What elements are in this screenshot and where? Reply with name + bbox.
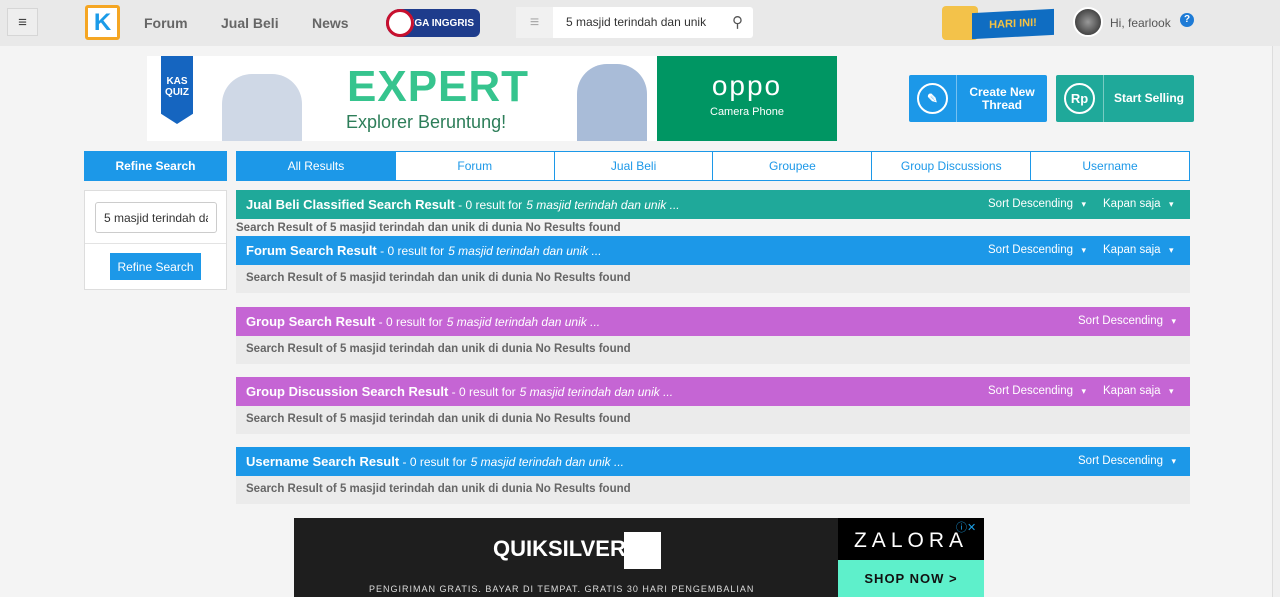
rupiah-icon: Rp	[1064, 83, 1095, 114]
no-results-text: Search Result of 5 masjid terindah dan u…	[236, 265, 1190, 293]
ad-headline: EXPERT	[347, 62, 530, 111]
time-dropdown[interactable]: Kapan saja	[1103, 385, 1174, 397]
ad-person-image	[222, 74, 302, 141]
liga-inggris-logo[interactable]: LIGA INGGRIS	[386, 9, 480, 37]
ad-subline: Explorer Beruntung!	[346, 112, 507, 132]
search-bar: ≡ ⚲	[516, 7, 753, 38]
refine-search-input[interactable]	[95, 202, 217, 233]
help-icon[interactable]: ?	[1180, 13, 1194, 27]
shop-now-button[interactable]: SHOP NOW >	[838, 560, 984, 597]
search-icon[interactable]: ⚲	[732, 13, 743, 31]
kaskus-logo[interactable]: K	[85, 5, 120, 40]
quiksilver-logo: QUIKSILVER	[493, 536, 626, 561]
search-category-icon[interactable]: ≡	[516, 7, 553, 38]
result-tabs: All Results Forum Jual Beli Groupee Grou…	[236, 151, 1190, 181]
hari-ini-label: HARI INI!	[972, 8, 1054, 40]
tab-group-discussions[interactable]: Group Discussions	[871, 152, 1031, 180]
no-results-text: Search Result of 5 masjid terindah dan u…	[236, 222, 621, 234]
bottom-ad-banner[interactable]: QUIKSILVER PENGIRIMAN GRATIS. BAYAR DI T…	[294, 518, 984, 597]
tab-jual-beli[interactable]: Jual Beli	[553, 152, 713, 180]
divider	[85, 243, 226, 244]
start-selling-button[interactable]: Rp Start Selling	[1056, 75, 1194, 122]
tab-all-results[interactable]: All Results	[237, 152, 395, 180]
jual-beli-result-header: Jual Beli Classified Search Result - 0 r…	[236, 190, 1190, 219]
refine-search-panel: Refine Search	[84, 190, 227, 290]
sort-dropdown[interactable]: Sort Descending	[988, 198, 1086, 210]
create-new-thread-button[interactable]: ✎ Create New Thread	[909, 75, 1047, 122]
group-discussion-result-header: Group Discussion Search Result - 0 resul…	[236, 377, 1190, 406]
sort-dropdown[interactable]: Sort Descending	[988, 385, 1086, 397]
top-ad-banner[interactable]: KAS QUIZ EXPERT Explorer Beruntung! oppo…	[147, 56, 837, 141]
forum-result-header: Forum Search Result - 0 result for 5 masj…	[236, 236, 1190, 265]
nav-forum[interactable]: Forum	[144, 15, 188, 31]
tab-username[interactable]: Username	[1030, 152, 1189, 180]
nav-jual-beli[interactable]: Jual Beli	[221, 15, 279, 31]
refine-search-button[interactable]: Refine Search	[110, 253, 201, 280]
time-dropdown[interactable]: Kapan saja	[1103, 198, 1174, 210]
username-result-header: Username Search Result - 0 result for 5 m…	[236, 447, 1190, 476]
pencil-icon: ✎	[917, 83, 948, 114]
sort-dropdown[interactable]: Sort Descending	[1078, 315, 1176, 327]
user-greeting[interactable]: Hi, fearlook	[1110, 16, 1171, 30]
refine-search-title: Refine Search	[84, 151, 227, 181]
tab-forum[interactable]: Forum	[394, 152, 554, 180]
ad-close-icon[interactable]: ⓘ✕	[956, 519, 976, 535]
kasquiz-logo: KAS QUIZ	[161, 56, 193, 124]
ad-tagline: PENGIRIMAN GRATIS. BAYAR DI TEMPAT. GRAT…	[369, 584, 755, 594]
oppo-ad: oppo Camera Phone	[657, 56, 837, 141]
no-results-text: Search Result of 5 masjid terindah dan u…	[236, 336, 1190, 364]
no-results-text: Search Result of 5 masjid terindah dan u…	[236, 406, 1190, 434]
quiksilver-wave-icon	[624, 532, 661, 569]
time-dropdown[interactable]: Kapan saja	[1103, 244, 1174, 256]
search-input[interactable]	[566, 15, 716, 29]
scrollbar[interactable]	[1272, 46, 1280, 597]
ad-person-image	[577, 64, 647, 141]
tab-groupee[interactable]: Groupee	[712, 152, 872, 180]
no-results-text: Search Result of 5 masjid terindah dan u…	[236, 476, 1190, 504]
avatar[interactable]	[1073, 7, 1103, 37]
hamburger-menu-icon[interactable]: ≡	[7, 8, 38, 36]
nav-news[interactable]: News	[312, 15, 349, 31]
sort-dropdown[interactable]: Sort Descending	[1078, 455, 1176, 467]
hari-ini-promo[interactable]: HARI INI!	[942, 6, 1055, 40]
group-result-header: Group Search Result - 0 result for 5 masj…	[236, 307, 1190, 336]
sort-dropdown[interactable]: Sort Descending	[988, 244, 1086, 256]
